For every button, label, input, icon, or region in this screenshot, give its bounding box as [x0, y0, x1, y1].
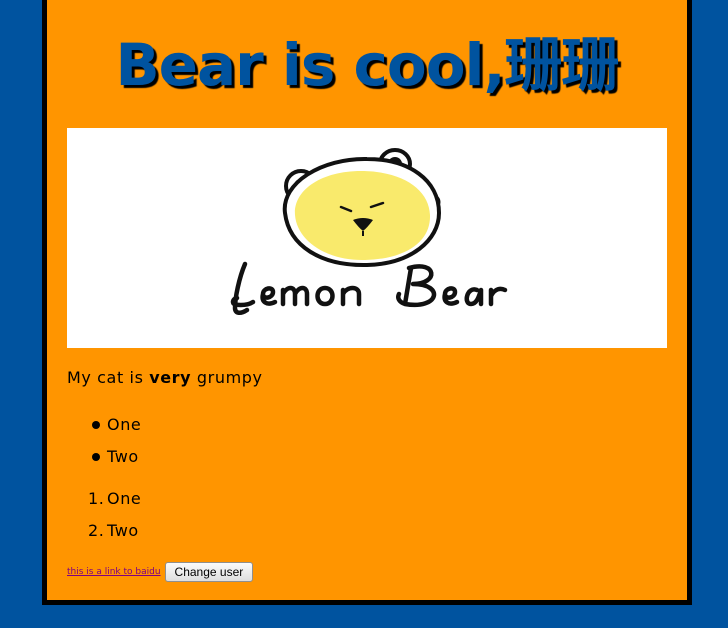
- list-item-number: 2.: [88, 521, 105, 540]
- change-user-button[interactable]: Change user: [164, 562, 254, 582]
- bullet-icon: [92, 453, 100, 461]
- list-item-label: Two: [107, 447, 139, 466]
- list-item: 2. Two: [67, 521, 141, 553]
- hero-image: [67, 128, 667, 348]
- intro-text-after: grumpy: [191, 368, 263, 387]
- list-item-label: One: [107, 489, 142, 508]
- list-item: 1. One: [67, 489, 141, 521]
- unordered-list: One Two: [67, 415, 141, 479]
- list-item: Two: [67, 447, 141, 479]
- intro-paragraph: My cat is very grumpy: [67, 367, 263, 389]
- list-item-label: One: [107, 415, 142, 434]
- logo-lettering: [230, 261, 508, 315]
- intro-text-emphasis: very: [149, 368, 192, 387]
- main-panel: Bear is cool,珊珊 My cat is very grumpy On…: [42, 0, 692, 605]
- bear-head-icon: [282, 148, 442, 268]
- list-item-number: 1.: [88, 489, 105, 508]
- bullet-icon: [92, 421, 100, 429]
- intro-text-before: My cat is: [67, 368, 150, 387]
- list-item-label: Two: [107, 521, 139, 540]
- baidu-link[interactable]: this is a link to baidu: [67, 567, 161, 577]
- lemon-bear-logo: [230, 148, 508, 315]
- action-row: this is a link to baidu Change user: [67, 562, 254, 582]
- list-item: One: [67, 415, 141, 447]
- ordered-list: 1. One 2. Two: [67, 489, 141, 553]
- page-title: Bear is cool,珊珊: [115, 31, 619, 99]
